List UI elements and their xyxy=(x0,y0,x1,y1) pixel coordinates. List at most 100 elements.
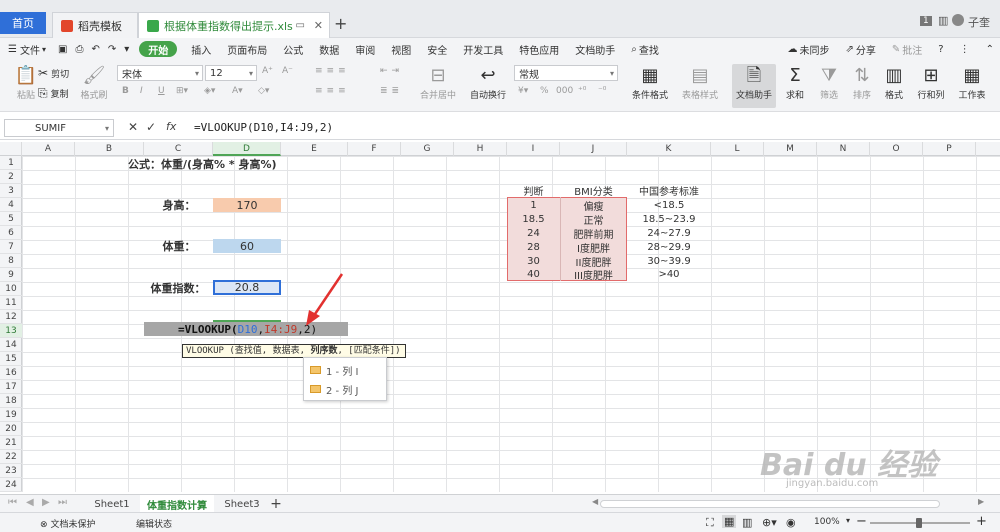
font-shrink-icon[interactable]: A⁻ xyxy=(282,66,293,76)
row-col-button[interactable]: ⊞ 行和列 xyxy=(910,64,952,108)
protect-status[interactable]: ⊗ 文档未保护 xyxy=(40,517,96,530)
monitor-icon[interactable]: ▭ xyxy=(296,20,305,31)
eye-protection-icon[interactable]: ◉ xyxy=(786,516,796,529)
table-cell[interactable]: I度肥胖 xyxy=(560,240,627,255)
row-header[interactable]: 3 xyxy=(0,184,22,198)
cancel-icon[interactable]: ✕ xyxy=(128,120,138,134)
cell-editing-formula[interactable]: =VLOOKUP(D10, I4:J9,2) xyxy=(178,322,317,336)
scroll-left-icon[interactable]: ◀ xyxy=(592,497,598,506)
avatar[interactable] xyxy=(952,14,964,26)
bold-icon[interactable]: B xyxy=(122,86,129,96)
page-layout-icon[interactable]: ▥ xyxy=(742,516,752,529)
row-header[interactable]: 8 xyxy=(0,254,22,268)
table-cell[interactable]: 28 xyxy=(507,240,560,254)
zoom-in-icon[interactable]: + xyxy=(976,514,987,529)
menu-insert[interactable]: 插入 xyxy=(183,38,219,60)
distributed-icons[interactable]: ≣≣ xyxy=(380,86,403,96)
menu-security[interactable]: 安全 xyxy=(419,38,455,60)
sync-button[interactable]: ☁ 未同步 xyxy=(780,38,838,60)
row-header[interactable]: 14 xyxy=(0,338,22,352)
row-header[interactable]: 22 xyxy=(0,450,22,464)
cut-button[interactable]: ✂ 剪切 xyxy=(38,66,69,80)
help-button[interactable]: ? xyxy=(930,38,951,60)
zoom-out-icon[interactable]: − xyxy=(856,514,867,529)
row-header[interactable]: 10 xyxy=(0,282,22,296)
table-cell[interactable]: II度肥胖 xyxy=(560,254,627,269)
row-header[interactable]: 4 xyxy=(0,198,22,212)
currency-icon[interactable]: ¥▾ xyxy=(518,86,528,96)
align-top-icons[interactable]: ≡≡≡ xyxy=(315,66,350,76)
doc-assistant-button[interactable]: 🗎 文档助手 xyxy=(732,64,776,108)
window-badge[interactable]: 1 xyxy=(920,16,932,26)
column-header[interactable]: O xyxy=(870,142,923,156)
table-header[interactable]: BMI分类 xyxy=(560,184,627,198)
italic-icon[interactable]: I xyxy=(140,86,143,96)
sheet-nav-first-icon[interactable]: ⏮ xyxy=(8,497,17,508)
zoom-slider-thumb[interactable] xyxy=(916,518,922,528)
font-size-select[interactable]: 12 ▾ xyxy=(205,65,257,81)
cell-weight-value[interactable]: 60 xyxy=(213,239,281,253)
confirm-icon[interactable]: ✓ xyxy=(146,120,156,134)
comment-button[interactable]: ✎ 批注 xyxy=(884,38,930,60)
cell-bmi-value[interactable]: 20.8 xyxy=(213,280,281,295)
sheet-tab-active[interactable]: 体重指数计算 xyxy=(140,495,214,513)
menu-data[interactable]: 数据 xyxy=(311,38,347,60)
menu-formulas[interactable]: 公式 xyxy=(275,38,311,60)
save-icon[interactable]: ▣ xyxy=(54,38,71,60)
table-cell[interactable]: 1 xyxy=(507,198,560,212)
table-style-button[interactable]: ▤ 表格样式 xyxy=(676,64,724,108)
font-grow-icon[interactable]: A⁺ xyxy=(262,66,273,76)
column-header[interactable]: I xyxy=(507,142,560,156)
row-header[interactable]: 24 xyxy=(0,478,22,492)
menu-start[interactable]: 开始 xyxy=(139,41,178,57)
row-header[interactable]: 12 xyxy=(0,310,22,324)
menu-search[interactable]: ⌕ 查找 xyxy=(623,38,667,60)
column-header[interactable]: D xyxy=(213,142,281,156)
normal-view-icon[interactable]: ▦ xyxy=(722,515,737,528)
close-tab-icon[interactable]: ✕ xyxy=(314,19,323,32)
indent-icons[interactable]: ⇤⇥ xyxy=(380,66,403,76)
collapse-ribbon-icon[interactable]: ⌃ xyxy=(978,38,1000,60)
worksheet-button[interactable]: ▦ 工作表 xyxy=(952,64,992,108)
tab-home[interactable]: 首页 xyxy=(0,12,46,34)
sheet-nav-last-icon[interactable]: ⏭ xyxy=(58,497,67,508)
zoom-dropdown-icon[interactable]: ▾ xyxy=(846,516,850,525)
cell-height-label[interactable]: 身高： xyxy=(146,198,212,212)
align-left-icons[interactable]: ≡≡≡ xyxy=(315,86,350,96)
layout-icon[interactable]: ▥ xyxy=(938,14,948,27)
row-header[interactable]: 6 xyxy=(0,226,22,240)
column-header[interactable]: J xyxy=(560,142,627,156)
column-header[interactable]: F xyxy=(348,142,401,156)
add-sheet-icon[interactable]: + xyxy=(268,495,284,513)
row-header[interactable]: 2 xyxy=(0,170,22,184)
menu-view[interactable]: 视图 xyxy=(383,38,419,60)
menu-features[interactable]: 特色应用 xyxy=(511,38,567,60)
row-header[interactable]: 7 xyxy=(0,240,22,254)
column-header[interactable]: B xyxy=(75,142,144,156)
table-cell[interactable]: 40 xyxy=(507,268,560,281)
tab-document[interactable]: 根据体重指数得出提示.xls ▭ ✕ xyxy=(138,12,330,38)
autocomplete-item[interactable]: 2 - 列 J xyxy=(310,381,358,397)
increase-decimal-icon[interactable]: ⁺⁰ xyxy=(578,86,586,96)
new-tab-button[interactable]: + xyxy=(334,14,347,33)
clear-icon[interactable]: ◇▾ xyxy=(258,86,269,96)
user-name[interactable]: 子奎 xyxy=(968,14,990,30)
zoom-level[interactable]: 100% xyxy=(814,517,840,527)
conditional-format-button[interactable]: ▦ 条件格式 xyxy=(626,64,674,108)
column-header[interactable]: L xyxy=(711,142,764,156)
wrap-text-button[interactable]: ↩ 自动换行 xyxy=(464,64,512,108)
undo-icon[interactable]: ↶ xyxy=(87,38,103,60)
print-icon[interactable]: ⎙ xyxy=(71,38,87,60)
decrease-decimal-icon[interactable]: ⁻⁰ xyxy=(598,86,606,96)
cell-height-value[interactable]: 170 xyxy=(213,198,281,212)
table-cell[interactable]: 肥胖前期 xyxy=(560,226,627,241)
table-cell[interactable]: >40 xyxy=(627,268,711,281)
table-header[interactable]: 中国参考标准 xyxy=(627,184,711,198)
row-header[interactable]: 16 xyxy=(0,366,22,380)
row-header[interactable]: 18 xyxy=(0,394,22,408)
column-header[interactable]: P xyxy=(923,142,976,156)
column-header[interactable]: A xyxy=(22,142,75,156)
number-format-select[interactable]: 常规 ▾ xyxy=(514,65,618,81)
sum-button[interactable]: Σ 求和 xyxy=(778,64,812,108)
row-header[interactable]: 1 xyxy=(0,156,22,170)
